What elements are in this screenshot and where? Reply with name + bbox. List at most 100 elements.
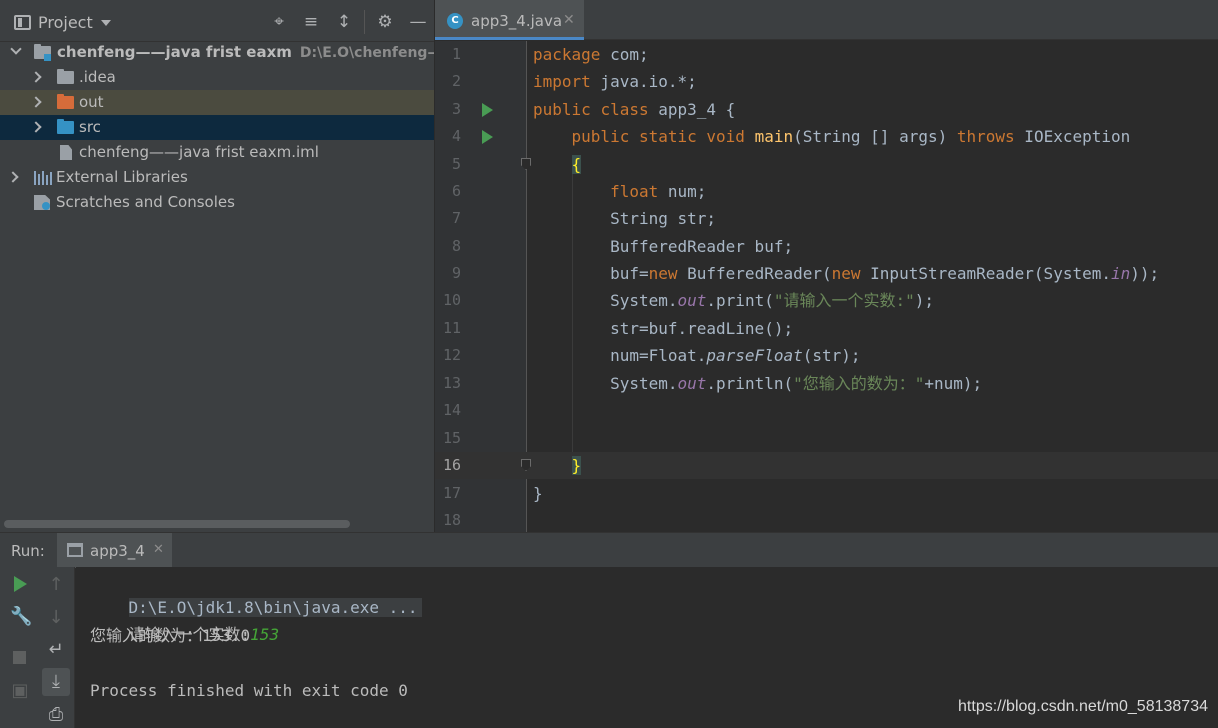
code-line[interactable]: 8 BufferedReader buf; <box>435 233 1218 260</box>
code-text: str=buf.readLine(); <box>610 319 794 338</box>
minimize-icon[interactable]: — <box>408 12 428 32</box>
tab-app3-4-java[interactable]: C app3_4.java ✕ <box>435 0 584 40</box>
code-text: num=Float. <box>610 346 707 365</box>
source-folder-icon <box>57 119 74 134</box>
chevron-right-icon[interactable] <box>30 96 42 108</box>
tree-item-src[interactable]: src <box>0 115 434 140</box>
chevron-right-icon[interactable] <box>7 171 19 183</box>
code-line[interactable]: 12 num=Float.parseFloat(str); <box>435 342 1218 369</box>
code-text: } <box>533 484 543 503</box>
line-number: 12 <box>442 346 461 364</box>
code-text: String str; <box>610 209 717 228</box>
code-line[interactable]: 3 public class app3_4 { <box>435 96 1218 123</box>
chevron-down-icon[interactable] <box>101 20 111 26</box>
keyword: void <box>706 127 745 146</box>
code-text: (String [] args) <box>793 127 957 146</box>
keyword: throws <box>956 127 1015 146</box>
line-number: 14 <box>442 401 461 419</box>
print-icon[interactable]: ⎙ <box>46 705 66 725</box>
tree-item-project-root[interactable]: chenfeng——java frist eaxm D:\E.O\chenfeng… <box>0 40 434 65</box>
crosshair-icon[interactable]: ⌖ <box>269 12 289 32</box>
run-main-icon[interactable] <box>482 130 493 144</box>
code-line[interactable]: 5 { <box>435 151 1218 178</box>
camera-icon[interactable]: ▣ <box>10 681 30 701</box>
chevron-right-icon[interactable] <box>30 71 42 83</box>
scroll-to-end-icon[interactable]: ⤓ <box>46 672 66 692</box>
tree-item-label: src <box>79 118 101 136</box>
console-result: 您输入的数为：153.0 <box>90 626 251 645</box>
tree-item-out[interactable]: out <box>0 90 434 115</box>
gear-icon[interactable]: ⚙ <box>375 12 395 32</box>
code-line[interactable]: 14 <box>435 397 1218 424</box>
keyword: public <box>533 100 591 119</box>
code-line[interactable]: 7 String str; <box>435 205 1218 232</box>
code-line[interactable]: 17 } <box>435 480 1218 507</box>
tree-item-external-libraries[interactable]: External Libraries <box>0 165 434 190</box>
run-class-icon[interactable] <box>482 103 493 117</box>
matched-brace: } <box>571 456 582 475</box>
code-line[interactable]: 10 System.out.print("请输入一个实数:"); <box>435 287 1218 314</box>
line-number: 15 <box>442 429 461 447</box>
line-number: 16 <box>442 456 461 474</box>
code-line[interactable]: 9 buf=new BufferedReader(new InputStream… <box>435 260 1218 287</box>
expand-all-icon[interactable]: ≡ <box>301 12 321 32</box>
run-panel-label: Run: <box>11 542 45 560</box>
wrench-icon[interactable]: 🔧 <box>10 607 32 627</box>
tree-item-label: .idea <box>79 68 116 86</box>
code-text: +num); <box>924 374 983 393</box>
close-icon[interactable]: ✕ <box>153 542 164 557</box>
code-text: java.io.*; <box>590 72 697 91</box>
code-text: BufferedReader( <box>677 264 832 283</box>
code-editor[interactable]: 1 package com; 2 import java.io.*; 3 pub… <box>435 41 1218 532</box>
code-text: BufferedReader buf; <box>610 237 794 256</box>
watermark-text: https://blog.csdn.net/m0_58138734 <box>958 698 1208 715</box>
tree-item-scratches[interactable]: Scratches and Consoles <box>0 190 434 215</box>
file-icon <box>60 145 72 160</box>
fold-icon[interactable] <box>521 158 531 170</box>
run-panel-header: Run: app3_4 ✕ <box>0 532 1218 568</box>
keyword: new <box>831 264 861 283</box>
chevron-right-icon[interactable] <box>30 121 42 133</box>
fold-icon[interactable] <box>521 459 531 471</box>
code-line-current[interactable]: 16 } <box>435 452 1218 479</box>
code-text: com; <box>600 45 649 64</box>
library-icon <box>34 171 52 185</box>
soft-wrap-icon[interactable]: ↵ <box>46 640 66 660</box>
keyword: float <box>610 182 659 201</box>
horizontal-scrollbar[interactable] <box>4 520 350 528</box>
code-line[interactable]: 2 import java.io.*; <box>435 68 1218 95</box>
code-text: IOException <box>1014 127 1131 146</box>
static-field: out <box>677 374 707 393</box>
chevron-down-icon[interactable] <box>10 43 22 55</box>
editor-tab-bar: C app3_4.java ✕ <box>435 0 1218 40</box>
rerun-icon[interactable] <box>14 576 27 592</box>
code-text: .println( <box>706 374 794 393</box>
code-text: System. <box>610 291 678 310</box>
up-arrow-icon[interactable]: ↑ <box>46 575 66 595</box>
line-number: 17 <box>442 484 461 502</box>
code-line[interactable]: 13 System.out.println("您输入的数为："+num); <box>435 370 1218 397</box>
code-line[interactable]: 1 package com; <box>435 41 1218 68</box>
down-arrow-icon[interactable]: ↓ <box>46 608 66 628</box>
editor-tab-label: app3_4.java <box>471 12 563 30</box>
code-line[interactable]: 11 str=buf.readLine(); <box>435 315 1218 342</box>
tab-run-app3-4[interactable]: app3_4 ✕ <box>57 533 172 568</box>
code-line[interactable]: 15 <box>435 425 1218 452</box>
tree-item-idea[interactable]: .idea <box>0 65 434 90</box>
static-method: parseFloat <box>706 346 803 365</box>
stop-icon[interactable] <box>13 651 26 664</box>
line-number: 13 <box>442 374 461 392</box>
code-text: app3_4 { <box>648 100 736 119</box>
line-number: 1 <box>451 45 461 63</box>
code-line[interactable]: 18 <box>435 507 1218 532</box>
code-line[interactable]: 4 public static void main(String [] args… <box>435 123 1218 150</box>
code-line[interactable]: 6 float num; <box>435 178 1218 205</box>
code-text: System. <box>610 374 678 393</box>
close-icon[interactable]: ✕ <box>563 12 575 28</box>
tree-item-iml-file[interactable]: chenfeng——java frist eaxm.iml <box>0 140 434 165</box>
project-view-selector[interactable]: Project <box>38 13 93 32</box>
folder-icon <box>57 69 74 84</box>
code-text: .print( <box>706 291 774 310</box>
code-text: num; <box>658 182 707 201</box>
collapse-all-icon[interactable]: ↕ <box>334 12 354 32</box>
